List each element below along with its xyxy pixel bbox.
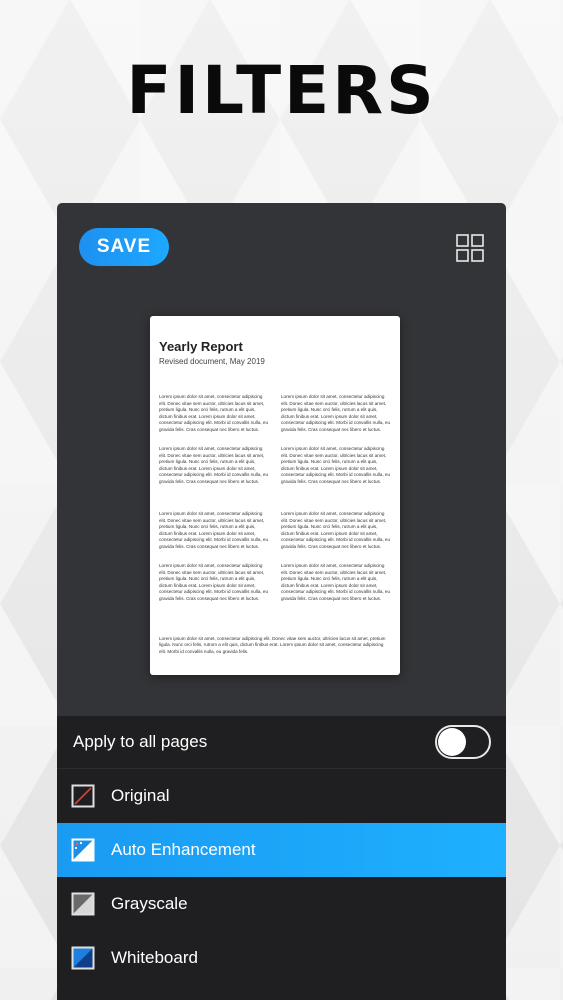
- auto-enhancement-filter-icon: [71, 838, 95, 862]
- document-paragraph: Lorem ipsum dolor sit amet, consectetur …: [281, 394, 391, 432]
- grayscale-filter-icon: [71, 892, 95, 916]
- filter-label: Grayscale: [111, 894, 188, 913]
- apply-all-row: Apply to all pages: [57, 716, 506, 769]
- grid-view-icon[interactable]: [456, 234, 484, 262]
- document-paragraph: Lorem ipsum dolor sit amet, consectetur …: [159, 394, 269, 432]
- apply-all-toggle[interactable]: [435, 725, 491, 759]
- document-paragraph: Lorem ipsum dolor sit amet, consectetur …: [159, 563, 269, 601]
- filter-label: Original: [111, 786, 170, 805]
- document-title: Yearly Report: [159, 339, 243, 354]
- save-button[interactable]: SAVE: [79, 228, 169, 266]
- page-headline: FILTERS: [126, 52, 437, 129]
- document-paragraph: Lorem ipsum dolor sit amet, consectetur …: [281, 563, 391, 601]
- document-paragraph: Lorem ipsum dolor sit amet, consectetur …: [159, 511, 269, 549]
- whiteboard-filter-icon: [71, 946, 95, 970]
- filter-label: Auto Enhancement: [111, 840, 256, 859]
- filter-label: Whiteboard: [111, 948, 198, 967]
- document-subtitle: Revised document, May 2019: [159, 357, 265, 366]
- document-paragraph: Lorem ipsum dolor sit amet, consectetur …: [159, 446, 269, 484]
- filter-panel: Apply to all pages Original Auto Enhance…: [57, 716, 506, 1000]
- original-filter-icon: [71, 784, 95, 808]
- filter-item-grayscale[interactable]: Grayscale: [57, 877, 506, 931]
- toggle-knob: [438, 728, 466, 756]
- filter-item-auto-enhancement[interactable]: Auto Enhancement: [57, 823, 506, 877]
- filter-item-original[interactable]: Original: [57, 769, 506, 823]
- filter-item-whiteboard[interactable]: Whiteboard: [57, 931, 506, 985]
- document-paragraph: Lorem ipsum dolor sit amet, consectetur …: [281, 511, 391, 549]
- editor-screen: SAVE Yearly Report Revised document, May…: [57, 203, 506, 1000]
- document-preview[interactable]: Yearly Report Revised document, May 2019…: [150, 316, 400, 675]
- document-footer-paragraph: Lorem ipsum dolor sit amet, consectetur …: [159, 635, 386, 654]
- apply-all-label: Apply to all pages: [73, 732, 208, 751]
- document-paragraph: Lorem ipsum dolor sit amet, consectetur …: [281, 446, 391, 484]
